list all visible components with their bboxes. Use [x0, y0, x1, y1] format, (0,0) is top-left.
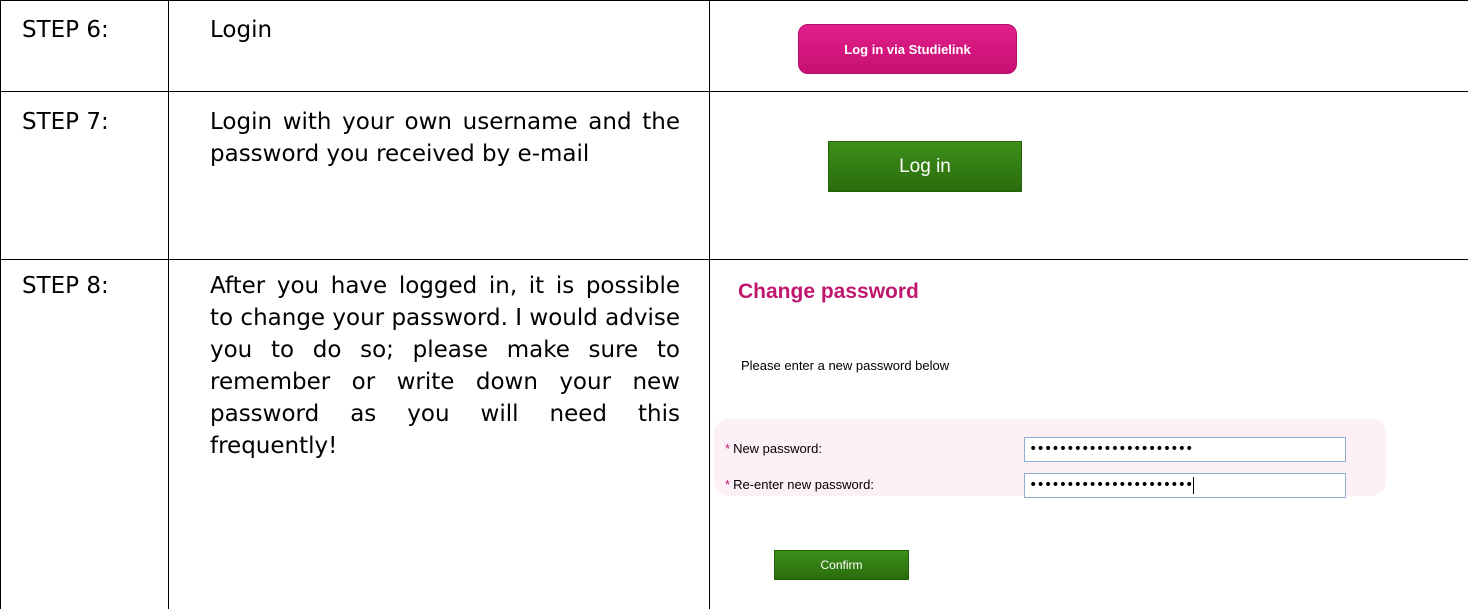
reenter-password-value: •••••••••••••••••••••• [1029, 477, 1193, 493]
required-marker: * [725, 477, 731, 492]
step-7-label: STEP 7: [22, 109, 109, 135]
new-password-input[interactable]: •••••••••••••••••••••• [1024, 437, 1346, 462]
reenter-password-label: Re-enter new password: [733, 477, 874, 492]
step-8-label: STEP 8: [22, 273, 109, 299]
log-in-button[interactable]: Log in [828, 141, 1022, 192]
required-marker: * [725, 441, 731, 456]
text-cursor [1193, 476, 1195, 494]
reenter-password-row: * Re-enter new password: [725, 477, 874, 492]
table-border-top [0, 0, 1468, 1]
table-row-divider-2 [0, 259, 1468, 260]
step-8-text: After you have logged in, it is possible… [210, 273, 680, 459]
reenter-password-input[interactable]: •••••••••••••••••••••• [1024, 473, 1346, 498]
change-password-instructions: Please enter a new password below [741, 358, 950, 373]
new-password-row: * New password: [725, 441, 822, 456]
new-password-label: New password: [733, 441, 822, 456]
login-via-studielink-button[interactable]: Log in via Studielink [798, 24, 1017, 74]
step-6-text: Login [210, 17, 273, 43]
change-password-title: Change password [738, 280, 919, 303]
new-password-value: •••••••••••••••••••••• [1029, 441, 1193, 457]
confirm-button[interactable]: Confirm [774, 550, 909, 580]
step-7-text: Login with your own username and the pas… [210, 109, 680, 167]
table-row-divider-1 [0, 91, 1468, 92]
step-6-label: STEP 6: [22, 17, 109, 43]
instruction-table: STEP 6: Login STEP 7: Login with your ow… [0, 0, 1468, 609]
